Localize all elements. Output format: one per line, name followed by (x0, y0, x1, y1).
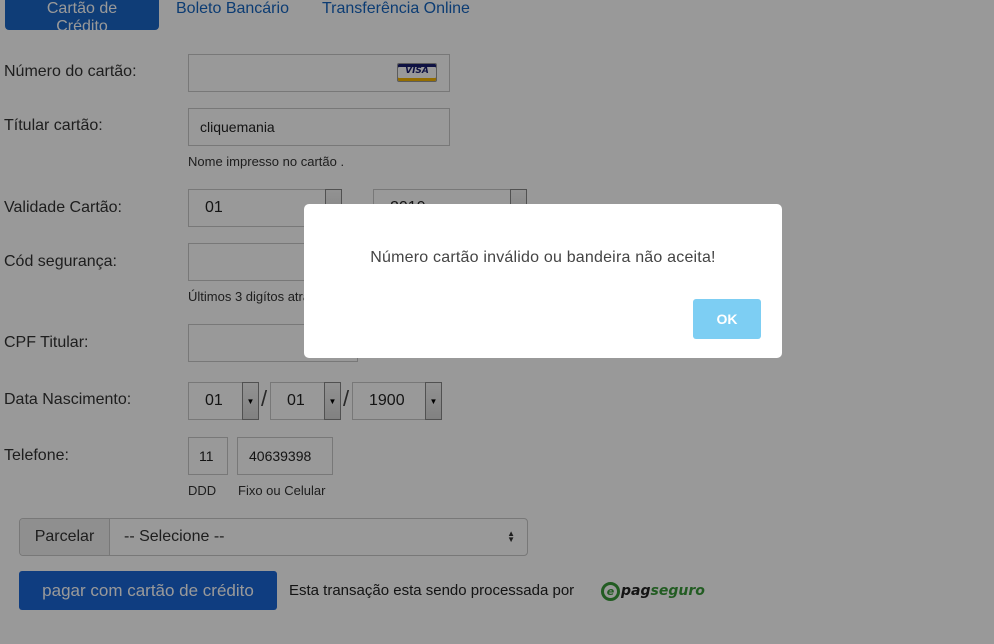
ok-button[interactable]: OK (693, 299, 761, 339)
alert-dialog: Número cartão inválido ou bandeira não a… (304, 204, 782, 358)
alert-message: Número cartão inválido ou bandeira não a… (370, 249, 716, 266)
